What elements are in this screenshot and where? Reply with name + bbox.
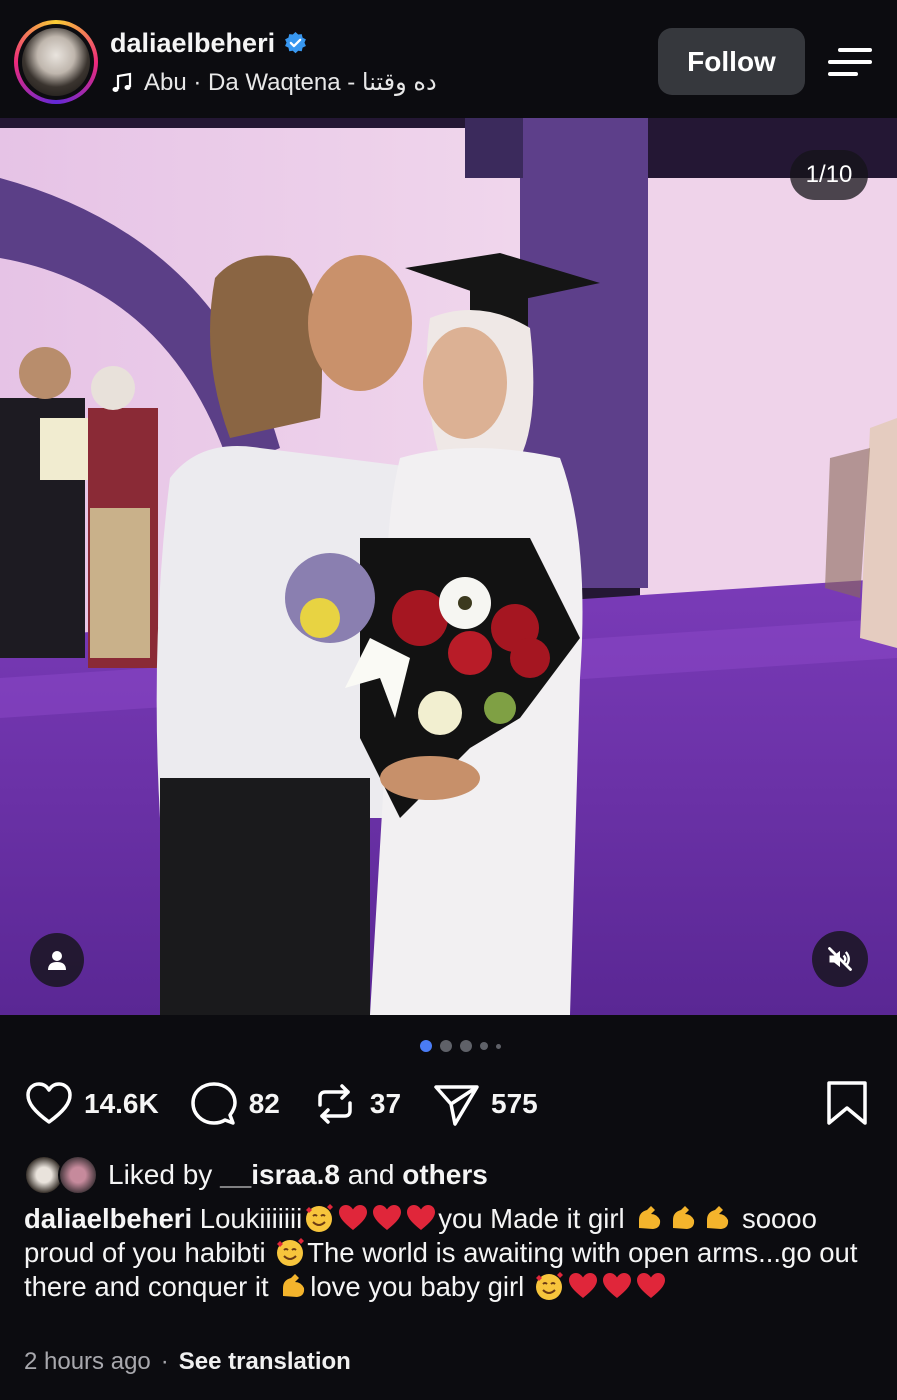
caption-text-5: love you baby girl [310, 1271, 532, 1302]
action-bar: 14.6K 82 37 575 [24, 1078, 568, 1130]
post-caption: daliaelbeheri Loukiiiiiii you Made it gir… [24, 1202, 874, 1304]
see-translation-link[interactable]: See translation [179, 1348, 351, 1376]
profile-avatar[interactable] [14, 20, 98, 104]
caption-text-1: Loukiiiiiii [199, 1203, 303, 1234]
caption-author[interactable]: daliaelbeheri [24, 1203, 192, 1234]
share-action[interactable]: 575 [431, 1079, 538, 1129]
carousel-dot [480, 1042, 488, 1050]
like-count: 14.6K [84, 1088, 159, 1119]
follow-button[interactable]: Follow [658, 28, 805, 95]
username[interactable]: daliaelbeheri [110, 28, 275, 59]
red-heart-icon [602, 1273, 631, 1298]
smiling-face-with-hearts-icon [535, 1272, 563, 1300]
tagged-users-button[interactable] [30, 933, 84, 987]
send-icon[interactable] [431, 1079, 481, 1129]
red-heart-icon [373, 1205, 402, 1230]
slide-counter: 1/10 [790, 150, 868, 200]
share-count: 575 [491, 1088, 538, 1119]
repost-icon[interactable] [310, 1079, 360, 1129]
liked-by-prefix: Liked by [108, 1159, 221, 1190]
liked-by-others[interactable]: others [402, 1159, 488, 1190]
comment-count: 82 [248, 1088, 280, 1119]
red-heart-icon [339, 1205, 368, 1230]
liked-by-user[interactable]: __israa.8 [220, 1159, 340, 1190]
post-photo[interactable]: 1/10 [0, 118, 897, 1015]
username-row: daliaelbeheri [110, 28, 308, 59]
photo-scene [0, 118, 897, 1015]
flexed-biceps-icon [283, 1274, 305, 1297]
person-icon [48, 951, 66, 970]
carousel-dot [496, 1043, 501, 1049]
mute-toggle-button[interactable] [812, 931, 868, 987]
liked-by-middle: and [339, 1159, 403, 1190]
repost-count: 37 [369, 1088, 402, 1119]
caption-text-2: you Made it girl [438, 1203, 633, 1234]
carousel-dot [460, 1040, 472, 1052]
post-meta: 2 hours ago · See translation [24, 1348, 351, 1376]
carousel-dot-active [420, 1040, 432, 1052]
red-heart-icon [568, 1273, 597, 1298]
liked-by-avatars [24, 1153, 102, 1197]
flexed-biceps-icon [673, 1206, 695, 1229]
audio-track[interactable]: Abu · Da Waqtena - ده وقتنا [110, 68, 437, 97]
bookmark-icon[interactable] [822, 1078, 872, 1128]
meta-separator: · [160, 1348, 169, 1375]
smiling-face-with-hearts-icon [306, 1204, 334, 1232]
menu-icon[interactable] [826, 44, 874, 80]
red-heart-icon [407, 1205, 436, 1230]
flexed-biceps-icon [707, 1206, 729, 1229]
red-heart-icon [636, 1273, 665, 1298]
comment-action[interactable]: 82 [189, 1079, 280, 1129]
comment-icon[interactable] [189, 1079, 239, 1129]
carousel-dots [420, 1040, 501, 1052]
smiling-face-with-hearts-icon [277, 1238, 305, 1266]
post-time: 2 hours ago [24, 1348, 151, 1375]
music-note-icon [112, 72, 132, 92]
liked-by-row[interactable]: Liked by __israa.8 and others [24, 1153, 488, 1197]
liker-avatar [58, 1155, 98, 1195]
like-action[interactable]: 14.6K [24, 1079, 159, 1129]
liked-by-text: Liked by __israa.8 and others [108, 1159, 488, 1191]
heart-icon[interactable] [24, 1079, 74, 1129]
audio-track-label: Abu · Da Waqtena - ده وقتنا [144, 69, 437, 96]
flexed-biceps-icon [639, 1206, 661, 1229]
post-header: daliaelbeheri Abu · Da Waqtena - ده وقتن… [0, 0, 897, 118]
verified-badge-icon [285, 32, 306, 54]
repost-action[interactable]: 37 [310, 1079, 401, 1129]
carousel-dot [440, 1040, 452, 1052]
speaker-muted-icon [828, 947, 852, 971]
